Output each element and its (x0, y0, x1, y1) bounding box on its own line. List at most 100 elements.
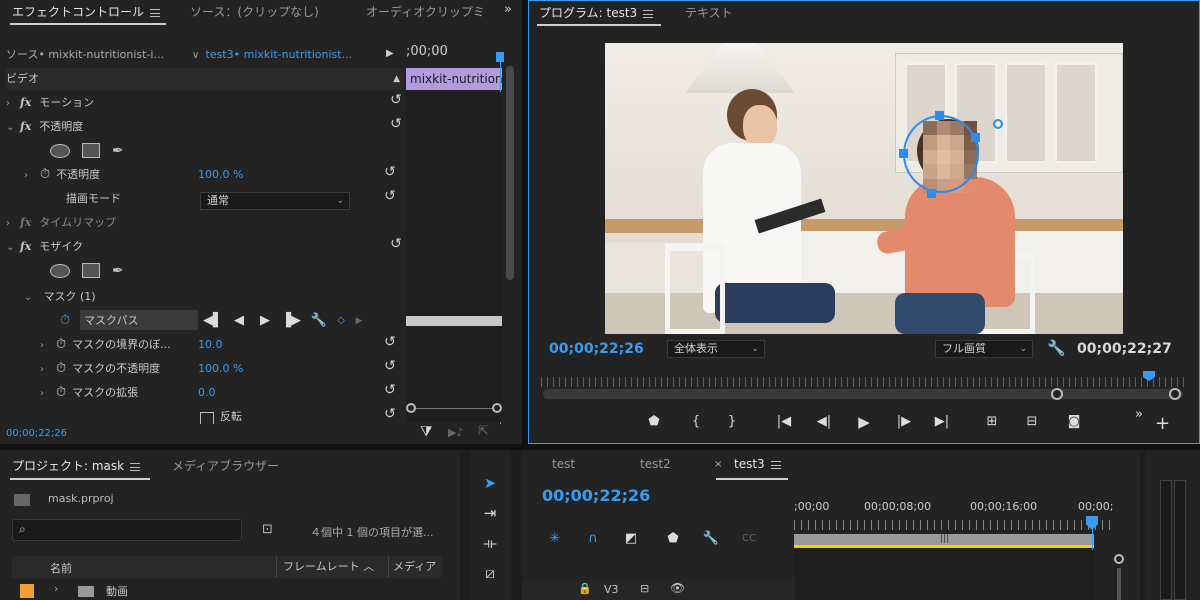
lock-icon[interactable]: 🔒 (578, 582, 592, 595)
stopwatch-icon[interactable]: ⏱ (60, 310, 70, 332)
more-tabs-icon[interactable]: » (504, 2, 512, 17)
timeline-settings-wrench-icon[interactable]: 🔧 (700, 530, 722, 548)
quality-select[interactable]: フル画質 ⌄ (935, 340, 1033, 358)
opacity-value[interactable]: 100.0 % (198, 164, 243, 186)
invert-checkbox[interactable] (200, 412, 214, 424)
go-to-in-icon[interactable]: |◀ (773, 413, 795, 431)
mask-vertex-bottom[interactable] (927, 189, 936, 198)
tab-audio-clip-mixer[interactable]: オーディオクリップミ (366, 3, 485, 20)
mask-vertex-left[interactable] (899, 149, 908, 158)
settings-wrench-icon[interactable]: 🔧 (1047, 339, 1066, 357)
mask-vertex-right[interactable] (971, 133, 980, 142)
tab-media-browser[interactable]: メディアブラウザー (172, 457, 279, 474)
col-framerate[interactable]: フレームレート ︿ (276, 556, 388, 578)
reset-icon[interactable]: ↺ (382, 382, 398, 398)
more-buttons-icon[interactable]: » (1135, 407, 1143, 422)
zoom-handle-left[interactable] (406, 403, 416, 413)
play-icon[interactable]: ▶ (853, 413, 875, 431)
mark-in-icon[interactable]: { (685, 413, 707, 431)
export-icon[interactable]: ⇱ (478, 424, 489, 439)
reset-icon[interactable]: ↺ (388, 116, 404, 132)
snap-icon[interactable]: ∩ (582, 530, 604, 548)
track-forward-one-icon[interactable]: ▐▶ (280, 312, 302, 330)
video-frame[interactable] (605, 43, 1123, 334)
tab-sequence-test2[interactable]: test2 (640, 457, 671, 471)
col-name[interactable]: 名前 (50, 560, 72, 576)
track-backward-one-icon[interactable]: ◀▌ (202, 312, 224, 330)
filter-icon[interactable]: ⧩ (420, 424, 433, 440)
panel-menu-icon[interactable] (150, 8, 161, 17)
param-opacity[interactable]: › ⏱ 不透明度 100.0 % ↺ (24, 164, 404, 186)
reset-icon[interactable]: ↺ (382, 406, 398, 422)
mask-vertex-top[interactable] (935, 111, 944, 120)
mask-group[interactable]: ⌄ マスク (1) (24, 286, 404, 308)
export-frame-icon[interactable]: ◙ (1063, 413, 1085, 431)
pen-mask-icon[interactable]: ✒ (112, 260, 124, 282)
go-to-out-icon[interactable]: ▶| (931, 413, 953, 431)
panel-menu-icon[interactable] (770, 460, 781, 469)
stopwatch-icon[interactable]: ⏱ (40, 164, 50, 186)
reset-icon[interactable]: ↺ (382, 164, 398, 180)
stopwatch-icon[interactable]: ⏱ (56, 334, 66, 356)
program-time-ruler[interactable] (541, 377, 1185, 387)
step-forward-icon[interactable]: |▶ (893, 413, 915, 431)
mini-clip[interactable]: mixkit-nutrition (406, 68, 502, 90)
program-zoom-bar[interactable] (543, 388, 1183, 400)
panel-menu-icon[interactable] (130, 462, 141, 471)
effect-motion[interactable]: › fx モーション ↺ (6, 92, 404, 114)
col-media[interactable]: メディア (388, 556, 436, 578)
rectangle-mask-icon[interactable] (82, 263, 100, 278)
effect-time-remap[interactable]: › fx タイムリマップ (6, 212, 404, 234)
param-mask-opacity[interactable]: › ⏱ マスクの不透明度 100.0 % ↺ (40, 358, 404, 380)
selection-tool-icon[interactable]: ➤ (473, 470, 507, 496)
blend-mode-select[interactable]: 通常 ⌄ (200, 192, 350, 210)
track-forward-icon[interactable]: ▶ (254, 312, 276, 330)
next-keyframe-icon[interactable]: ▶ (348, 312, 370, 330)
captions-icon[interactable]: CC (738, 530, 760, 548)
scroll-track[interactable] (1117, 568, 1121, 600)
program-timecode[interactable]: 00;00;22;26 (549, 341, 644, 357)
track-select-tool-icon[interactable]: ⇥ (473, 500, 507, 526)
sync-lock-icon[interactable]: ⊟ (640, 582, 649, 595)
nest-icon[interactable]: ✳ (544, 530, 566, 548)
reset-icon[interactable]: ↺ (382, 188, 398, 204)
section-video-header[interactable]: ビデオ ▲ (6, 68, 404, 90)
reset-icon[interactable]: ↺ (388, 92, 404, 108)
tab-program[interactable]: プログラム: test3 (539, 4, 654, 21)
mask-opacity-value[interactable]: 100.0 % (198, 358, 243, 380)
stopwatch-icon[interactable]: ⏱ (56, 358, 66, 380)
timeline-ruler-ticks[interactable] (794, 520, 1114, 530)
source-selector[interactable]: ソース• mixkit-nutritionist-i... (6, 44, 186, 66)
timeline-vertical-scrollbar[interactable] (1114, 554, 1124, 600)
track-backward-icon[interactable]: ◀ (228, 312, 250, 330)
mini-playhead-handle[interactable] (496, 52, 504, 62)
panel-menu-icon[interactable] (643, 9, 654, 18)
reset-icon[interactable]: ↺ (382, 358, 398, 374)
effect-mosaic[interactable]: ⌄ fx モザイク ↺ (6, 236, 404, 258)
pen-mask-icon[interactable]: ✒ (112, 140, 124, 162)
label-color-swatch[interactable] (20, 584, 34, 598)
mini-zoom-scrollbar[interactable] (406, 403, 502, 418)
param-mask-path[interactable]: ⏱ マスクパス ◀▌ ◀ ▶ ▐▶ 🔧 ◇ ▶ (60, 310, 404, 332)
ellipse-mask-icon[interactable] (50, 144, 70, 158)
effect-opacity[interactable]: ⌄ fx 不透明度 ↺ (6, 116, 404, 138)
tab-sequence-test[interactable]: test (552, 457, 575, 471)
effect-timecode[interactable]: 00;00;22;26 (6, 428, 67, 439)
play-only-clip-icon[interactable]: ▶ (386, 48, 394, 59)
add-marker-icon[interactable]: ⬟ (643, 413, 665, 431)
param-mask-expansion[interactable]: › ⏱ マスクの拡張 0.0 ↺ (40, 382, 404, 404)
project-row-folder[interactable]: › 動画 (12, 580, 442, 600)
collapse-icon[interactable]: ▲ (393, 68, 400, 90)
zoom-select[interactable]: 全体表示 ⌄ (667, 340, 765, 358)
tab-effect-controls[interactable]: エフェクトコントロール (12, 3, 161, 20)
wrench-icon[interactable]: 🔧 (308, 312, 330, 330)
mask-feather-value[interactable]: 10.0 (198, 334, 223, 356)
chevron-right-icon[interactable]: › (54, 582, 58, 595)
ellipse-mask-icon[interactable] (50, 264, 70, 278)
close-icon[interactable]: × (714, 459, 722, 470)
play-audio-icon[interactable]: ▶♪ (448, 426, 463, 439)
mask-expansion-value[interactable]: 0.0 (198, 382, 216, 404)
zoom-handle-right[interactable] (1169, 388, 1181, 400)
linked-selection-icon[interactable]: ◩ (620, 530, 642, 548)
extract-icon[interactable]: ⊟ (1021, 413, 1043, 431)
